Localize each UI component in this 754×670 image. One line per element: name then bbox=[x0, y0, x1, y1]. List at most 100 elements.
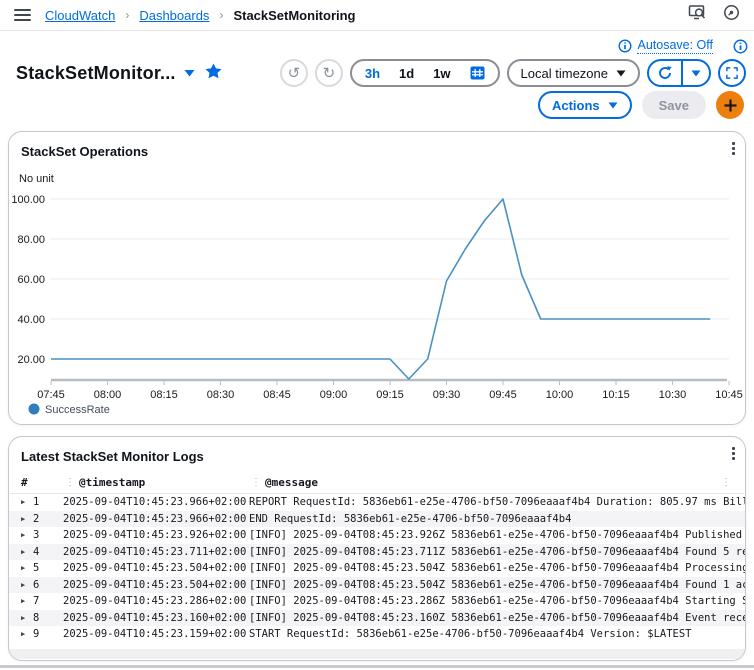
log-row[interactable]: ▶92025-09-04T10:45:23.159+02:00START Req… bbox=[9, 626, 745, 643]
log-row[interactable]: ▶22025-09-04T10:45:23.966+02:00END Reque… bbox=[9, 511, 745, 528]
column-header-index[interactable]: # bbox=[21, 476, 65, 489]
logs-widget-menu-icon[interactable] bbox=[732, 447, 735, 460]
time-range-option-3h[interactable]: 3h bbox=[365, 66, 380, 81]
dashboard-title-caret-icon[interactable] bbox=[184, 64, 195, 82]
add-widget-button[interactable] bbox=[716, 91, 744, 119]
time-range-option-1d[interactable]: 1d bbox=[399, 66, 414, 81]
x-tick-label: 08:45 bbox=[263, 389, 291, 401]
timezone-dropdown[interactable]: Local timezone bbox=[507, 59, 640, 87]
line-chart[interactable]: No unit100.0080.0060.0040.0020.0007:4508… bbox=[9, 132, 745, 424]
topbar-right-icons bbox=[688, 4, 740, 26]
column-drag-handle-icon[interactable]: ⋮ bbox=[65, 477, 75, 488]
log-message: [INFO] 2025-09-04T08:45:23.504Z 5836eb61… bbox=[249, 579, 745, 591]
dashboard-actions-row: Actions Save bbox=[0, 87, 754, 119]
calendar-icon[interactable] bbox=[470, 66, 485, 80]
monitor-inspect-icon[interactable] bbox=[688, 4, 707, 26]
dashboard-title-row: StackSetMonitor... ↺ ↻ 3h 1d 1w Local time… bbox=[0, 55, 754, 87]
expand-row-icon[interactable]: ▶ bbox=[21, 597, 33, 605]
chart-widget-menu-icon[interactable] bbox=[732, 142, 735, 155]
row-number: 6 bbox=[33, 579, 63, 591]
expand-row-icon[interactable]: ▶ bbox=[21, 531, 33, 539]
x-tick-label: 09:00 bbox=[320, 389, 348, 401]
refresh-icon bbox=[657, 65, 673, 81]
undo-button[interactable]: ↺ bbox=[280, 59, 308, 87]
column-drag-handle-icon[interactable]: ⋮ bbox=[721, 477, 737, 488]
x-tick-label: 10:15 bbox=[602, 389, 630, 401]
row-number: 4 bbox=[33, 546, 63, 558]
row-number: 3 bbox=[33, 529, 63, 541]
breadcrumb-item-cloudwatch[interactable]: CloudWatch bbox=[45, 8, 115, 23]
autosave-toggle[interactable]: Autosave: Off bbox=[618, 38, 713, 54]
column-drag-handle-icon[interactable]: ⋮ bbox=[251, 477, 261, 488]
logs-table-header: # ⋮ @timestamp ⋮ @message ⋮ bbox=[21, 471, 737, 493]
log-message: [INFO] 2025-09-04T08:45:23.286Z 5836eb61… bbox=[249, 595, 745, 607]
expand-row-icon[interactable]: ▶ bbox=[21, 548, 33, 556]
actions-dropdown-button[interactable]: Actions bbox=[538, 91, 632, 119]
legend-swatch[interactable] bbox=[29, 404, 40, 415]
y-tick-label: 20.00 bbox=[17, 354, 45, 366]
row-number: 8 bbox=[33, 612, 63, 624]
x-tick-label: 07:45 bbox=[37, 389, 65, 401]
logs-widget-title: Latest StackSet Monitor Logs bbox=[9, 437, 745, 464]
breadcrumb-item-stacksetmonitoring: StackSetMonitoring bbox=[233, 8, 355, 23]
y-tick-label: 100.00 bbox=[11, 194, 45, 206]
legend-label[interactable]: SuccessRate bbox=[45, 404, 110, 416]
x-tick-label: 08:00 bbox=[94, 389, 122, 401]
log-row[interactable]: ▶72025-09-04T10:45:23.286+02:00[INFO] 20… bbox=[9, 593, 745, 610]
row-number: 9 bbox=[33, 628, 63, 640]
log-timestamp: 2025-09-04T10:45:23.711+02:00 bbox=[63, 546, 249, 558]
log-timestamp: 2025-09-04T10:45:23.504+02:00 bbox=[63, 562, 249, 574]
expand-row-icon[interactable]: ▶ bbox=[21, 498, 33, 506]
redo-button[interactable]: ↻ bbox=[315, 59, 343, 87]
expand-row-icon[interactable]: ▶ bbox=[21, 564, 33, 572]
save-button[interactable]: Save bbox=[642, 91, 706, 119]
row-number: 2 bbox=[33, 513, 63, 525]
column-header-message[interactable]: ⋮ @message bbox=[251, 476, 721, 489]
x-tick-label: 10:45 bbox=[715, 389, 743, 401]
fullscreen-button[interactable] bbox=[718, 59, 746, 87]
chevron-down-icon bbox=[616, 70, 626, 77]
horizontal-scrollbar[interactable] bbox=[0, 665, 754, 668]
top-navigation-bar: CloudWatch›Dashboards›StackSetMonitoring bbox=[0, 0, 754, 31]
expand-row-icon[interactable]: ▶ bbox=[21, 515, 33, 523]
expand-row-icon[interactable]: ▶ bbox=[21, 614, 33, 622]
actions-label: Actions bbox=[552, 98, 600, 113]
row-number: 5 bbox=[33, 562, 63, 574]
time-range-selector: 3h 1d 1w bbox=[350, 59, 500, 87]
expand-row-icon[interactable]: ▶ bbox=[21, 630, 33, 638]
plus-icon bbox=[724, 99, 737, 112]
dashboard-info-icon[interactable] bbox=[733, 39, 748, 54]
log-row[interactable]: ▶32025-09-04T10:45:23.926+02:00[INFO] 20… bbox=[9, 527, 745, 544]
autosave-label: Autosave: Off bbox=[637, 38, 713, 54]
log-row[interactable]: ▶52025-09-04T10:45:23.504+02:00[INFO] 20… bbox=[9, 560, 745, 577]
time-range-option-1w[interactable]: 1w bbox=[433, 66, 450, 81]
log-row[interactable]: ▶62025-09-04T10:45:23.504+02:00[INFO] 20… bbox=[9, 577, 745, 594]
log-row[interactable]: ▶42025-09-04T10:45:23.711+02:00[INFO] 20… bbox=[9, 544, 745, 561]
chevron-down-icon bbox=[608, 102, 618, 109]
column-header-timestamp[interactable]: ⋮ @timestamp bbox=[65, 476, 251, 489]
hamburger-menu-icon[interactable] bbox=[14, 9, 31, 21]
breadcrumb-separator: › bbox=[219, 8, 223, 22]
dashboard-title: StackSetMonitor... bbox=[16, 63, 176, 84]
series-line-SuccessRate bbox=[51, 199, 710, 379]
chevron-down-icon bbox=[691, 70, 701, 77]
log-row[interactable]: ▶82025-09-04T10:45:23.160+02:00[INFO] 20… bbox=[9, 610, 745, 627]
expand-row-icon[interactable]: ▶ bbox=[21, 581, 33, 589]
log-timestamp: 2025-09-04T10:45:23.160+02:00 bbox=[63, 612, 249, 624]
x-tick-label: 10:30 bbox=[659, 389, 687, 401]
log-message: START RequestId: 5836eb61-e25e-4706-bf50… bbox=[249, 628, 745, 640]
breadcrumb: CloudWatch›Dashboards›StackSetMonitoring bbox=[45, 8, 356, 23]
refresh-options-button[interactable] bbox=[683, 61, 709, 85]
breadcrumb-item-dashboards[interactable]: Dashboards bbox=[139, 8, 209, 23]
favorite-star-icon[interactable] bbox=[205, 63, 222, 84]
settings-gear-icon[interactable] bbox=[723, 4, 740, 26]
table-bottom-stripe bbox=[9, 649, 745, 659]
log-row[interactable]: ▶12025-09-04T10:45:23.966+02:00REPORT Re… bbox=[9, 494, 745, 511]
log-timestamp: 2025-09-04T10:45:23.159+02:00 bbox=[63, 628, 249, 640]
y-tick-label: 40.00 bbox=[17, 314, 45, 326]
x-tick-label: 08:30 bbox=[207, 389, 235, 401]
y-tick-label: 60.00 bbox=[17, 274, 45, 286]
log-message: REPORT RequestId: 5836eb61-e25e-4706-bf5… bbox=[249, 496, 745, 508]
refresh-button[interactable] bbox=[649, 61, 681, 85]
x-tick-label: 09:45 bbox=[489, 389, 517, 401]
